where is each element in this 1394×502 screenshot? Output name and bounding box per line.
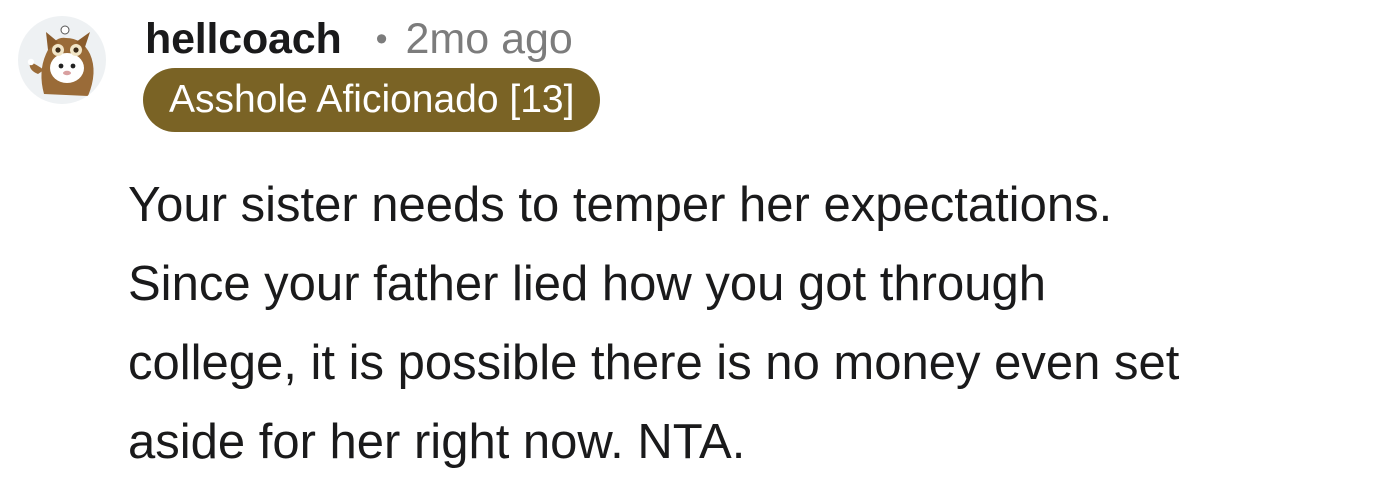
separator-dot: • [375, 20, 388, 58]
timestamp[interactable]: 2mo ago [405, 15, 572, 64]
user-flair-badge[interactable]: Asshole Aficionado [13] [143, 68, 601, 132]
user-avatar[interactable] [18, 16, 106, 104]
username-link[interactable]: hellcoach [145, 15, 342, 64]
comment: hellcoach • 2mo ago Asshole Aficionado [… [0, 0, 1394, 502]
owl-costume-avatar-icon [27, 25, 94, 96]
comment-body-text: Your sister needs to temper her expectat… [128, 178, 1180, 469]
comment-meta: hellcoach • 2mo ago [145, 12, 573, 66]
